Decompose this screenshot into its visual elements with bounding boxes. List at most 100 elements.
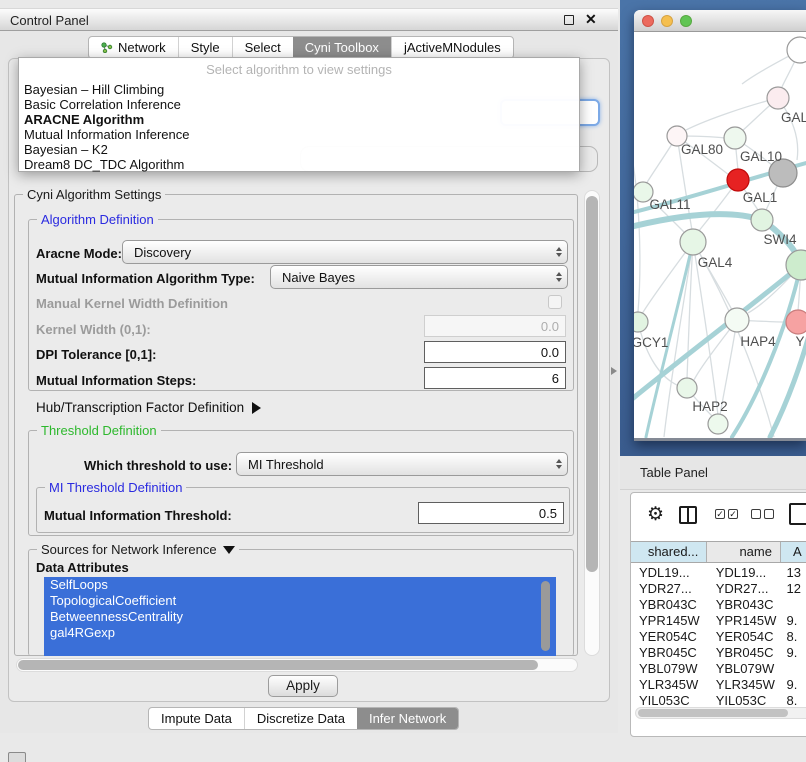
- tab-discretize-data[interactable]: Discretize Data: [244, 708, 357, 729]
- table-panel-title: Table Panel: [640, 465, 708, 480]
- network-node-gal4[interactable]: [680, 229, 706, 255]
- collapsed-panel-icon[interactable]: [8, 752, 26, 762]
- network-node-label: GAL1: [743, 190, 778, 205]
- select-all-icon[interactable]: ✓✓: [715, 509, 738, 519]
- algorithm-option[interactable]: ARACNE Algorithm: [19, 112, 579, 127]
- network-node[interactable]: [787, 37, 806, 63]
- network-node-gal10[interactable]: [724, 127, 746, 149]
- network-node-hap2[interactable]: [677, 378, 697, 398]
- mi-steps-label: Mutual Information Steps:: [36, 373, 196, 388]
- table-cell: YBR043C: [631, 597, 708, 613]
- float-window-button[interactable]: [564, 15, 574, 25]
- aracne-mode-label: Aracne Mode:: [36, 246, 122, 261]
- zoom-window-icon[interactable]: [680, 15, 692, 27]
- dpi-tolerance-field[interactable]: [424, 341, 566, 363]
- table-row[interactable]: YLR345WYLR345W9.: [631, 677, 806, 693]
- data-attribute-item[interactable]: TopologicalCoefficient: [44, 593, 556, 609]
- table-cell: YBL079W: [708, 661, 782, 677]
- which-threshold-label: Which threshold to use:: [84, 458, 232, 473]
- table-cell: YDL19...: [631, 565, 708, 581]
- screen: Control Panel ✕ Network Style Select Cyn…: [0, 0, 806, 762]
- algorithm-option[interactable]: Basic Correlation Inference: [19, 97, 579, 112]
- table-panel-header: Table Panel: [620, 456, 806, 490]
- table-row[interactable]: YIL053CYIL053C8.: [631, 693, 806, 705]
- expander-expanded-icon: [223, 546, 235, 554]
- table-cell: 9.: [782, 677, 806, 693]
- network-node-swi4[interactable]: [751, 209, 773, 231]
- network-canvas[interactable]: GALGAL80GAL10GAL1GAL11SWI4GAL4GCY1HAP4YH…: [634, 32, 806, 438]
- mi-threshold-label: Mutual Information Threshold:: [44, 508, 232, 523]
- table-horizontal-scrollbar-thumb[interactable]: [638, 709, 788, 717]
- table-row[interactable]: YBR043CYBR043C: [631, 597, 806, 613]
- deselect-all-icon[interactable]: [751, 509, 774, 519]
- network-node-label: Y: [795, 334, 804, 349]
- table-row[interactable]: YBR045CYBR045C9.: [631, 645, 806, 661]
- column-header-name[interactable]: name: [707, 542, 781, 562]
- table-body: YDL19...YDL19...13YDR27...YDR27...12YBR0…: [631, 565, 806, 705]
- table-row[interactable]: YBL079WYBL079W: [631, 661, 806, 677]
- dpi-tolerance-label: DPI Tolerance [0,1]:: [36, 347, 156, 362]
- algorithm-option[interactable]: Bayesian – K2: [19, 142, 579, 157]
- cyni-algorithm-settings-title: Cyni Algorithm Settings: [23, 187, 165, 202]
- algorithm-definition-title: Algorithm Definition: [37, 212, 158, 227]
- network-node-label: HAP4: [740, 334, 776, 349]
- manual-kernel-width-checkbox[interactable]: [548, 295, 562, 309]
- apply-button[interactable]: Apply: [268, 675, 338, 697]
- kernel-width-field[interactable]: [424, 315, 566, 337]
- table-row[interactable]: YPR145WYPR145W9.: [631, 613, 806, 629]
- algorithm-option[interactable]: Mutual Information Inference: [19, 127, 579, 142]
- columns-icon[interactable]: [679, 506, 697, 524]
- network-node-label: GAL11: [649, 197, 690, 212]
- mi-steps-field[interactable]: [424, 367, 566, 389]
- data-attribute-item[interactable]: SelfLoops: [44, 577, 556, 593]
- minimize-window-icon[interactable]: [661, 15, 673, 27]
- table-cell: 13: [782, 565, 806, 581]
- tab-network[interactable]: Network: [89, 37, 178, 58]
- network-node-gal1[interactable]: [727, 169, 749, 191]
- new-table-icon[interactable]: [789, 503, 806, 525]
- attributes-scrollbar-thumb[interactable]: [541, 581, 550, 651]
- data-attribute-item[interactable]: gal4RGexp: [44, 625, 556, 641]
- network-node-label: GAL4: [698, 255, 733, 270]
- table-row[interactable]: YDL19...YDL19...13: [631, 565, 806, 581]
- close-panel-button[interactable]: ✕: [585, 11, 597, 28]
- table-row[interactable]: YER054CYER054C8.: [631, 629, 806, 645]
- table-row[interactable]: YDR27...YDR27...12: [631, 581, 806, 597]
- gear-icon[interactable]: ⚙: [647, 503, 664, 526]
- settings-horizontal-scrollbar-thumb[interactable]: [18, 660, 538, 670]
- which-threshold-select[interactable]: MI Threshold: [236, 452, 568, 476]
- panel-divider-handle[interactable]: [611, 367, 617, 375]
- hub-tf-expander[interactable]: Hub/Transcription Factor Definition: [36, 400, 261, 415]
- settings-vertical-scrollbar-thumb[interactable]: [586, 196, 598, 572]
- data-attribute-item[interactable]: BetweennessCentrality: [44, 609, 556, 625]
- network-view-window: GALGAL80GAL10GAL1GAL11SWI4GAL4GCY1HAP4YH…: [634, 10, 806, 441]
- tab-impute-data[interactable]: Impute Data: [149, 708, 244, 729]
- mi-algorithm-type-label: Mutual Information Algorithm Type:: [36, 271, 255, 286]
- mi-algorithm-type-select[interactable]: Naive Bayes: [270, 265, 568, 289]
- network-node-hap4[interactable]: [725, 308, 749, 332]
- aracne-mode-select[interactable]: Discovery: [122, 240, 568, 264]
- network-node-y[interactable]: [786, 310, 806, 334]
- tab-select[interactable]: Select: [232, 37, 293, 58]
- tab-cyni-toolbox[interactable]: Cyni Toolbox: [293, 37, 391, 58]
- control-panel-title: Control Panel: [10, 13, 89, 28]
- column-header-partial[interactable]: A: [781, 542, 806, 562]
- tab-jactivemnodules[interactable]: jActiveMNodules: [391, 37, 513, 58]
- column-header-shared[interactable]: shared...: [631, 542, 707, 562]
- close-window-icon[interactable]: [642, 15, 654, 27]
- kernel-width-label: Kernel Width (0,1):: [36, 322, 151, 337]
- table-cell: YBR045C: [708, 645, 782, 661]
- data-attributes-label: Data Attributes: [36, 560, 129, 575]
- algorithm-option[interactable]: Bayesian – Hill Climbing: [19, 82, 579, 97]
- tab-style[interactable]: Style: [178, 37, 232, 58]
- network-node[interactable]: [708, 414, 728, 434]
- algorithm-option[interactable]: Dream8 DC_TDC Algorithm: [19, 157, 579, 172]
- mi-threshold-field[interactable]: [418, 502, 564, 524]
- network-node-gcy1[interactable]: [634, 312, 648, 332]
- network-node-label: GAL: [781, 110, 806, 125]
- mi-threshold-definition-title: MI Threshold Definition: [45, 480, 186, 495]
- hub-tf-expander-label: Hub/Transcription Factor Definition: [36, 400, 244, 415]
- table-horizontal-scrollbar[interactable]: [635, 707, 806, 719]
- tab-infer-network[interactable]: Infer Network: [357, 708, 458, 729]
- network-node-gal[interactable]: [767, 87, 789, 109]
